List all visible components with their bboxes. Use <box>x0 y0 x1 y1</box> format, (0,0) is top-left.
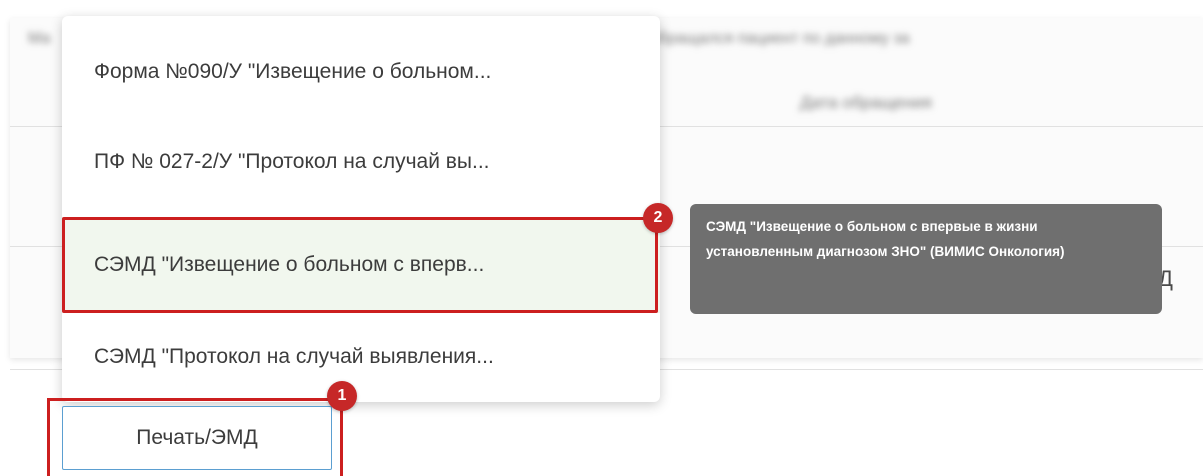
menu-item-semd-notice[interactable]: СЭМД "Извещение о больном с вперв... <box>62 217 660 313</box>
menu-item-pf-027[interactable]: ПФ № 027-2/У "Протокол на случай вы... <box>62 114 660 210</box>
blurred-header-text: Ма <box>28 30 51 47</box>
menu-item-label: ПФ № 027-2/У "Протокол на случай вы... <box>94 150 490 173</box>
blurred-column-header: Дата обращения <box>800 93 932 112</box>
menu-item-semd-protocol[interactable]: СЭМД "Протокол на случай выявления... <box>62 322 660 392</box>
menu-item-tooltip: СЭМД "Извещение о больном с впервые в жи… <box>690 204 1162 314</box>
menu-item-form-090[interactable]: Форма №090/У "Извещение о больном... <box>62 24 660 120</box>
print-dropdown-menu: Форма №090/У "Извещение о больном... ПФ … <box>62 16 660 402</box>
menu-item-label: Форма №090/У "Извещение о больном... <box>94 60 492 83</box>
print-emd-button[interactable]: Печать/ЭМД <box>62 406 332 470</box>
annotation-step-badge-2: 2 <box>643 203 673 233</box>
menu-item-label: СЭМД "Извещение о больном с вперв... <box>94 253 485 276</box>
blurred-header-text: е обращался пациент по данному за <box>636 30 910 47</box>
menu-item-label: СЭМД "Протокол на случай выявления... <box>94 345 494 368</box>
annotation-step-badge-1: 1 <box>327 381 357 411</box>
tooltip-text: СЭМД "Извещение о больном с впервые в жи… <box>706 219 1065 259</box>
print-emd-button-label: Печать/ЭМД <box>136 426 258 449</box>
